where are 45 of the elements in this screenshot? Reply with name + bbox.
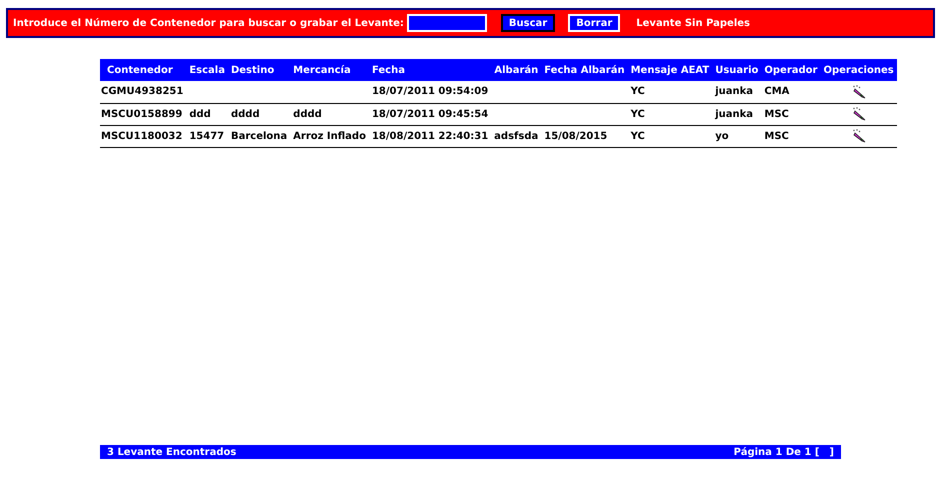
table-cell: YC	[630, 108, 645, 120]
pencil-icon[interactable]	[850, 84, 867, 99]
table-cell: 18/07/2011 09:54:09	[372, 86, 488, 98]
table-cell: juanka	[715, 86, 754, 98]
column-header: Mensaje AEAT	[628, 59, 712, 81]
table-cell: 18/08/2011 22:40:31	[372, 130, 488, 142]
table-cell: 18/07/2011 09:45:54	[372, 108, 488, 120]
column-header: Operador	[761, 59, 820, 81]
pagination-bracket: ]	[829, 446, 834, 460]
column-header: Escala	[186, 59, 228, 81]
table-cell: yo	[715, 130, 729, 142]
table-cell: ddd	[189, 108, 211, 120]
search-button[interactable]: Buscar	[500, 14, 556, 32]
pagination-label: Página 1 De 1 [	[734, 446, 820, 460]
table-cell: MSC	[764, 108, 789, 120]
table-cell: dddd	[293, 108, 322, 120]
column-header: Albarán	[491, 59, 542, 81]
table-cell: adsfsda	[494, 130, 538, 142]
table-cell: Barcelona	[230, 130, 288, 142]
table-cell: YC	[630, 86, 645, 98]
table-cell: MSC	[764, 130, 789, 142]
table-cell: 15477	[189, 130, 224, 142]
search-label: Introduce el Número de Contenedor para buscar o grabar el Levante:	[13, 16, 404, 30]
pencil-icon[interactable]	[850, 128, 867, 143]
table-cell: MSCU1180032	[101, 130, 182, 142]
column-header: Fecha Albarán	[541, 59, 628, 81]
column-header: Contenedor	[100, 59, 186, 81]
no-papers-link[interactable]: Levante Sin Papeles	[636, 16, 750, 30]
table-cell: 15/08/2015	[544, 130, 608, 142]
results-count: 3 Levante Encontrados	[107, 446, 236, 460]
table-cell: MSCU0158899	[101, 108, 182, 120]
column-header: Fecha	[368, 59, 492, 81]
column-header: Destino	[228, 59, 290, 81]
table-cell: Arroz Inflado	[293, 130, 366, 142]
table-cell: CMA	[764, 86, 790, 98]
table-cell: CGMU4938251	[101, 86, 184, 98]
column-header: Mercancía	[290, 59, 369, 81]
container-field[interactable]	[406, 14, 487, 32]
clear-button[interactable]: Borrar	[568, 14, 620, 32]
column-header: Operaciones	[820, 59, 897, 81]
pencil-icon[interactable]	[850, 106, 867, 121]
table-cell: dddd	[230, 108, 260, 120]
table-cell: juanka	[715, 108, 754, 120]
column-header: Usuario	[712, 59, 762, 81]
table-cell: YC	[630, 130, 645, 142]
